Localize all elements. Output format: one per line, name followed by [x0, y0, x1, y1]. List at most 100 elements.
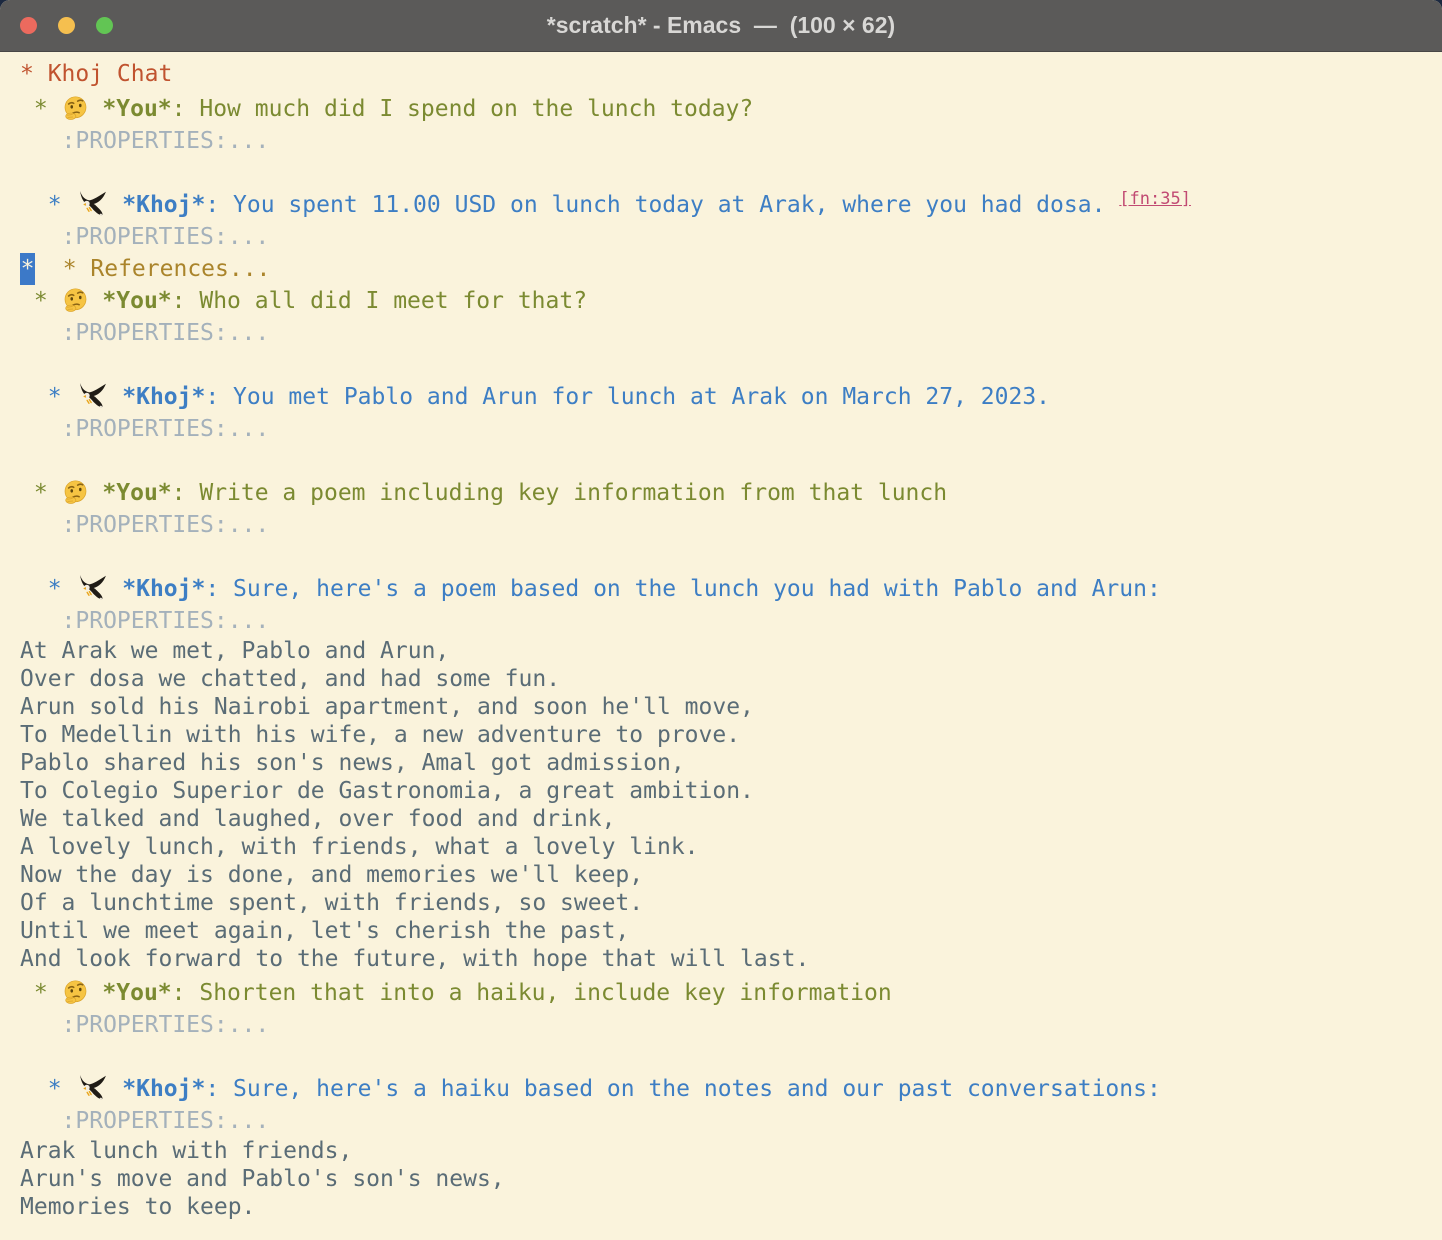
you-message-heading[interactable]: * *You*: Write a poem including key info… [20, 477, 1442, 509]
message-text: : Shorten that into a haiku, include key… [172, 980, 892, 1006]
body-text: To Colegio Superior de Gastronomia, a gr… [20, 778, 754, 804]
khoj-message-heading[interactable]: * *Khoj*: You met Pablo and Arun for lun… [20, 381, 1442, 413]
body-text-line: Memories to keep. [20, 1193, 1442, 1221]
speaker-name: *Khoj* [122, 576, 205, 602]
properties-drawer[interactable]: :PROPERTIES:... [20, 317, 1442, 349]
body-text: Pablo shared his son's news, Amal got ad… [20, 750, 685, 776]
speaker-name: *You* [102, 96, 171, 122]
properties-drawer[interactable]: :PROPERTIES:... [20, 125, 1442, 157]
drawer-text: :PROPERTIES:... [20, 320, 269, 346]
org-stars: * [20, 980, 62, 1006]
body-text-line: Arun sold his Nairobi apartment, and soo… [20, 693, 1442, 721]
thinking-emoji-icon [62, 95, 89, 121]
drawer-text: :PROPERTIES:... [20, 224, 269, 250]
body-text: Memories to keep. [20, 1194, 255, 1220]
speaker-name: *You* [102, 980, 171, 1006]
org-stars: * [20, 480, 62, 506]
org-heading-khoj-chat[interactable]: * Khoj Chat [20, 55, 1442, 93]
you-message-heading[interactable]: * *You*: Shorten that into a haiku, incl… [20, 977, 1442, 1009]
you-message-heading[interactable]: * *You*: How much did I spend on the lun… [20, 93, 1442, 125]
blank-line [20, 1041, 1442, 1073]
window-title: *scratch* - Emacs — (100 × 62) [0, 12, 1442, 39]
message-text: : Sure, here's a haiku based on the note… [205, 1076, 1160, 1102]
properties-drawer[interactable]: :PROPERTIES:... [20, 605, 1442, 637]
window-titlebar[interactable]: *scratch* - Emacs — (100 × 62) [0, 0, 1442, 52]
message-text: : Sure, here's a poem based on the lunch… [205, 576, 1160, 602]
drawer-text: :PROPERTIES:... [20, 1012, 269, 1038]
body-text: Arun sold his Nairobi apartment, and soo… [20, 694, 754, 720]
body-text: Arun's move and Pablo's son's news, [20, 1166, 505, 1192]
drawer-text: :PROPERTIES:... [20, 416, 269, 442]
body-text: Arak lunch with friends, [20, 1138, 352, 1164]
spacer [89, 288, 103, 314]
khoj-message-heading[interactable]: * *Khoj*: You spent 11.00 USD on lunch t… [20, 189, 1442, 221]
spacer [89, 980, 103, 1006]
body-text-line: At Arak we met, Pablo and Arun, [20, 637, 1442, 665]
you-message-heading[interactable]: * *You*: Who all did I meet for that? [20, 285, 1442, 317]
footnote-link[interactable]: [fn:35] [1119, 189, 1191, 209]
spacer [1105, 192, 1119, 218]
body-text: We talked and laughed, over food and dri… [20, 806, 615, 832]
properties-drawer[interactable]: :PROPERTIES:... [20, 509, 1442, 541]
message-text: : You met Pablo and Arun for lunch at Ar… [205, 384, 1050, 410]
spacer [108, 384, 122, 410]
speaker-name: *Khoj* [122, 192, 205, 218]
thinking-emoji-icon [62, 979, 89, 1005]
body-text-line: Arak lunch with friends, [20, 1137, 1442, 1165]
drawer-text: :PROPERTIES:... [20, 1108, 269, 1134]
body-text: Over dosa we chatted, and had some fun. [20, 666, 560, 692]
properties-drawer[interactable]: :PROPERTIES:... [20, 413, 1442, 445]
body-text: A lovely lunch, with friends, what a lov… [20, 834, 699, 860]
body-text: To Medellin with his wife, a new adventu… [20, 722, 740, 748]
drawer-text: :PROPERTIES:... [20, 512, 269, 538]
thinking-emoji-icon [62, 287, 89, 313]
drawer-text: :PROPERTIES:... [20, 128, 269, 154]
blank-line [20, 349, 1442, 381]
message-text: : Write a poem including key information… [172, 480, 947, 506]
org-stars: * [20, 384, 75, 410]
body-text: Now the day is done, and memories we'll … [20, 862, 643, 888]
org-stars: * [20, 576, 75, 602]
khoj-message-heading[interactable]: * *Khoj*: Sure, here's a poem based on t… [20, 573, 1442, 605]
org-stars: * [20, 288, 62, 314]
references-heading[interactable]: * * References... [20, 253, 1442, 285]
properties-drawer[interactable]: :PROPERTIES:... [20, 1009, 1442, 1041]
body-text: Of a lunchtime spent, with friends, so s… [20, 890, 643, 916]
body-text-line: Pablo shared his son's news, Amal got ad… [20, 749, 1442, 777]
body-text-line: We talked and laughed, over food and dri… [20, 805, 1442, 833]
references-label: * References... [35, 256, 270, 282]
properties-drawer[interactable]: :PROPERTIES:... [20, 1105, 1442, 1137]
message-text: : Who all did I meet for that? [172, 288, 587, 314]
speaker-name: *Khoj* [122, 384, 205, 410]
spacer [108, 1076, 122, 1102]
spacer [108, 576, 122, 602]
org-stars: * [20, 192, 75, 218]
body-text-line: Now the day is done, and memories we'll … [20, 861, 1442, 889]
text-cursor: * [20, 253, 35, 285]
message-text: : You spent 11.00 USD on lunch today at … [205, 192, 1105, 218]
eagle-emoji-icon [75, 191, 108, 217]
blank-line [20, 541, 1442, 573]
message-text: : How much did I spend on the lunch toda… [172, 96, 754, 122]
body-text: Until we meet again, let's cherish the p… [20, 918, 629, 944]
spacer [108, 192, 122, 218]
org-chat-buffer[interactable]: * Khoj Chat * *You*: How much did I spen… [0, 52, 1442, 1240]
speaker-name: *You* [102, 288, 171, 314]
body-text-line: To Colegio Superior de Gastronomia, a gr… [20, 777, 1442, 805]
eagle-emoji-icon [75, 383, 108, 409]
body-text-line: Until we meet again, let's cherish the p… [20, 917, 1442, 945]
body-text-line: To Medellin with his wife, a new adventu… [20, 721, 1442, 749]
body-text-line: Of a lunchtime spent, with friends, so s… [20, 889, 1442, 917]
org-stars: * [20, 1076, 75, 1102]
blank-line [20, 445, 1442, 477]
body-text-line: A lovely lunch, with friends, what a lov… [20, 833, 1442, 861]
org-stars: * [20, 96, 62, 122]
speaker-name: *Khoj* [122, 1076, 205, 1102]
properties-drawer[interactable]: :PROPERTIES:... [20, 221, 1442, 253]
spacer [89, 480, 103, 506]
page-title: * Khoj Chat [20, 61, 172, 87]
speaker-name: *You* [102, 480, 171, 506]
khoj-message-heading[interactable]: * *Khoj*: Sure, here's a haiku based on … [20, 1073, 1442, 1105]
eagle-emoji-icon [75, 1075, 108, 1101]
thinking-emoji-icon [62, 479, 89, 505]
